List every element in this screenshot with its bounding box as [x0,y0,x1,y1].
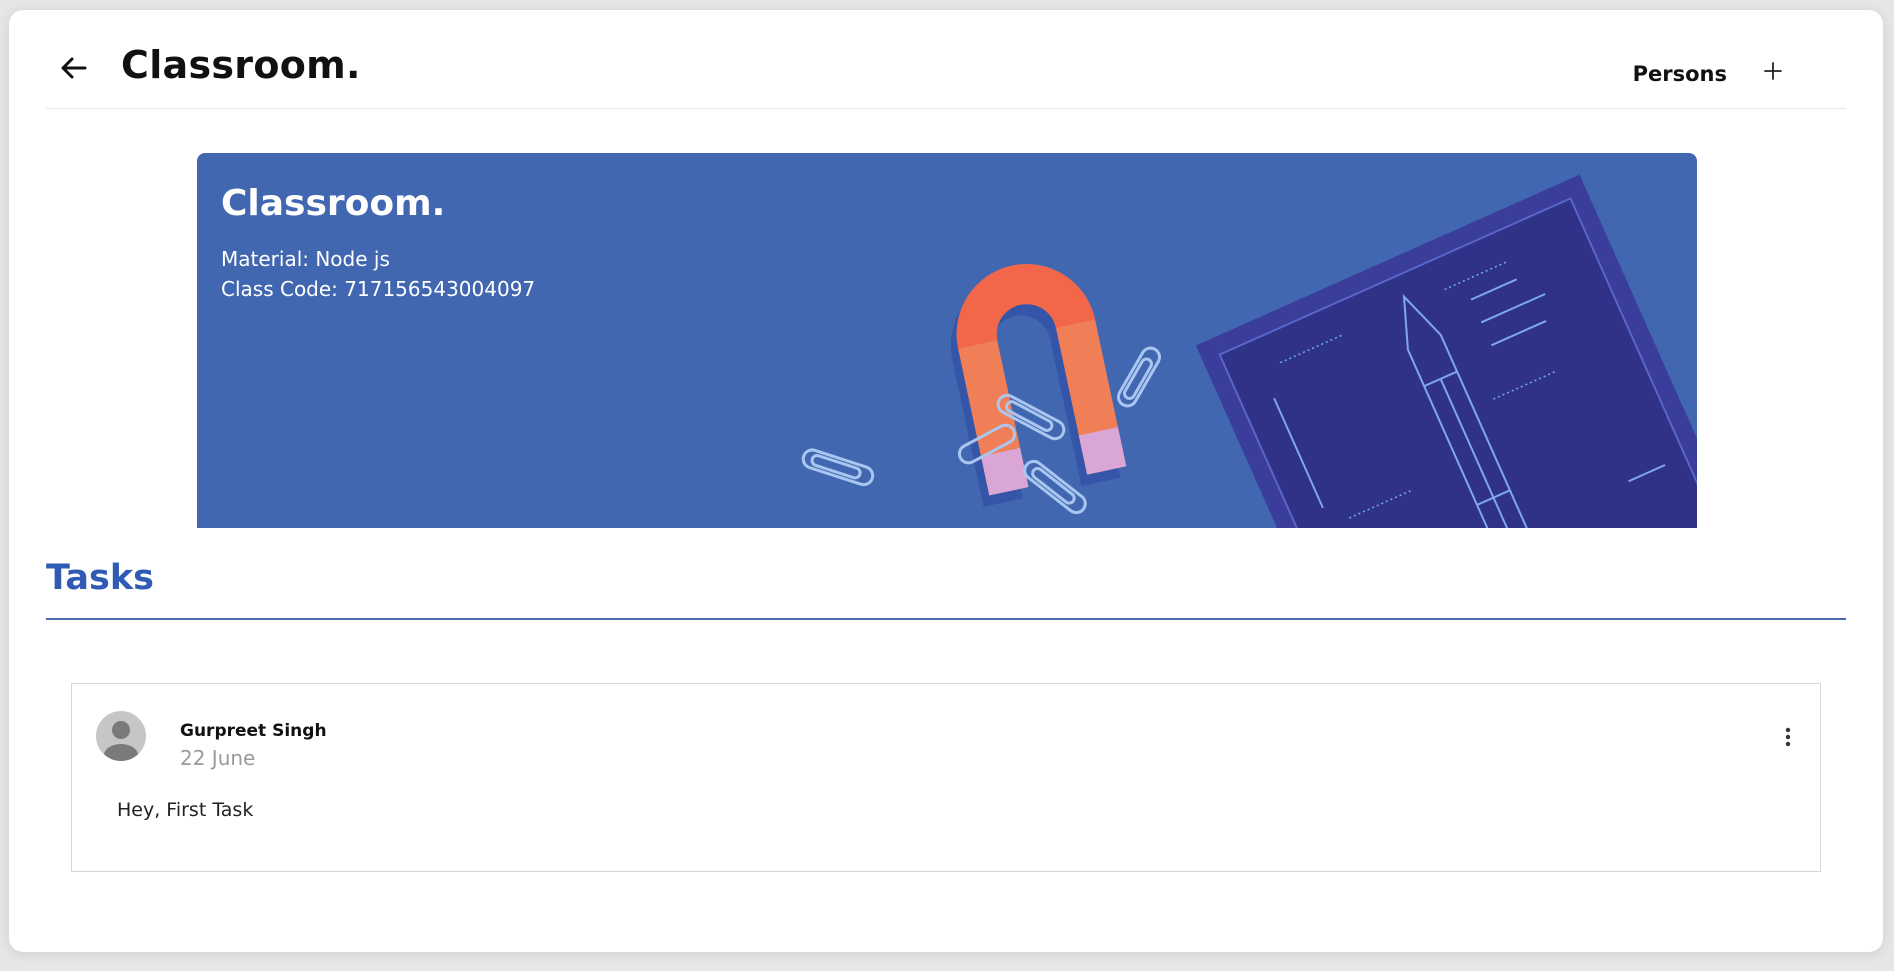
persons-button[interactable]: Persons [1633,62,1727,86]
task-author: Gurpreet Singh [180,721,327,741]
person-icon [104,721,138,761]
arrow-left-icon [61,57,87,79]
class-code-label: Class Code: 717156543004097 [221,277,536,301]
tasks-heading: Tasks [46,558,154,598]
avatar [96,711,146,761]
magnet-graphic [950,264,1127,507]
back-button[interactable] [56,50,92,86]
task-menu-button[interactable] [1776,724,1800,750]
blueprint-sheet [1195,174,1697,528]
page-title: Classroom. [121,43,361,87]
banner-title: Classroom. [221,183,446,224]
plus-icon [1764,62,1782,80]
task-card[interactable]: Gurpreet Singh 22 June Hey, First Task [71,683,1821,872]
task-date: 22 June [180,746,256,770]
add-button[interactable] [1760,58,1786,84]
more-vertical-icon [1785,727,1791,747]
top-bar: Classroom. Persons [46,10,1846,109]
tasks-divider [46,618,1846,620]
material-label: Material: Node js [221,247,390,271]
task-text: Hey, First Task [117,799,254,821]
page-card: Classroom. Persons Classroom. Material: … [9,10,1883,952]
class-banner: Classroom. Material: Node js Class Code:… [197,153,1697,528]
